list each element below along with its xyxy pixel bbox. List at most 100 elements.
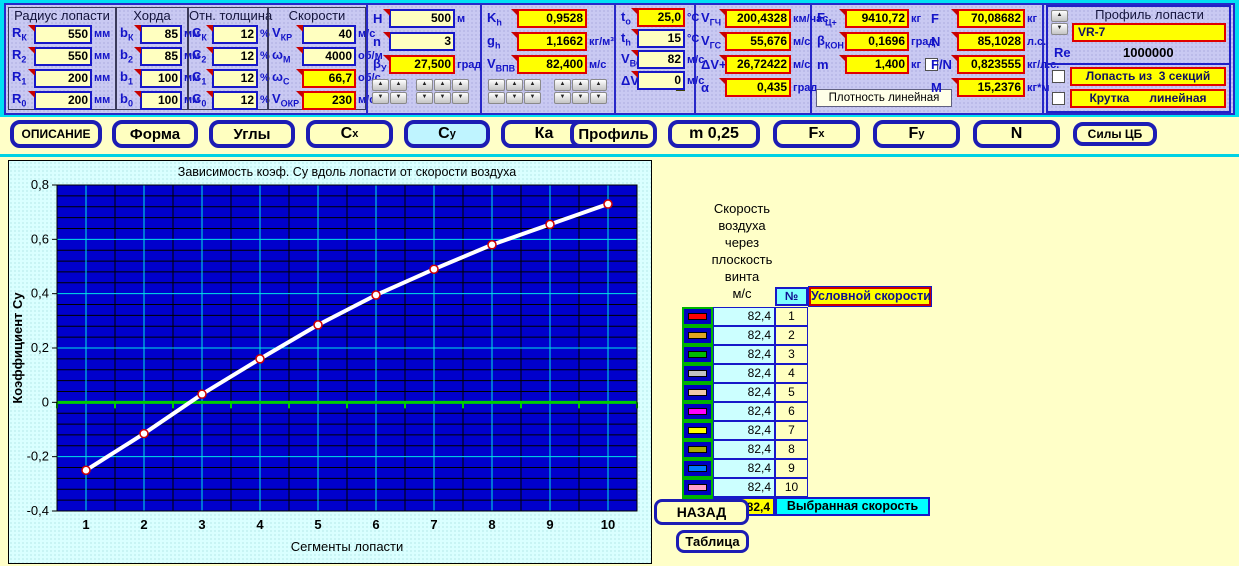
param-field[interactable]: 100 xyxy=(140,69,182,88)
param-field[interactable]: 85 xyxy=(140,25,182,44)
spinner-down-icon[interactable]: ▼ xyxy=(434,92,451,104)
spinner[interactable]: ▲▼ xyxy=(372,79,387,105)
spinner-down-icon[interactable]: ▼ xyxy=(452,92,469,104)
spinner-down-icon[interactable]: ▼ xyxy=(572,92,589,104)
spinner[interactable]: ▲▼ xyxy=(572,79,587,105)
re-label: Re xyxy=(1054,45,1071,60)
spinner[interactable]: ▲▼ xyxy=(506,79,521,105)
speed-row: 82,47 xyxy=(682,421,930,440)
tab-forma[interactable]: Форма xyxy=(112,120,198,148)
speed-value-cell[interactable]: 82,4 xyxy=(713,345,775,364)
tab-cy[interactable]: Cу xyxy=(404,120,490,148)
spinner-up-icon[interactable]: ▲ xyxy=(390,79,407,91)
spinner[interactable]: ▲▼ xyxy=(452,79,467,105)
spinner-down-icon[interactable]: ▼ xyxy=(488,92,505,104)
param-field[interactable]: 550 xyxy=(34,25,92,44)
spinner-down-icon[interactable]: ▼ xyxy=(506,92,523,104)
spinner-up-icon[interactable]: ▲ xyxy=(572,79,589,91)
param-field[interactable]: 82 xyxy=(637,50,685,69)
spinner-down-icon[interactable]: ▼ xyxy=(590,92,607,104)
tab-n[interactable]: N xyxy=(973,120,1060,148)
spinner-down-icon[interactable]: ▼ xyxy=(372,92,389,104)
param-field[interactable]: 0 xyxy=(637,71,685,90)
table-button[interactable]: Таблица xyxy=(676,530,749,553)
spinner-down-icon[interactable]: ▼ xyxy=(1051,23,1068,35)
option-checkbox[interactable] xyxy=(1052,92,1065,105)
param-field[interactable]: 3 xyxy=(389,32,455,51)
spinner[interactable]: ▲▼ xyxy=(590,79,605,105)
spinner-up-icon[interactable]: ▲ xyxy=(372,79,389,91)
spinner-up-icon[interactable]: ▲ xyxy=(434,79,451,91)
param-row: bК85мм xyxy=(117,23,187,45)
param-field[interactable]: 500 xyxy=(389,9,455,28)
profile-name-field[interactable]: VR-7 xyxy=(1072,23,1226,42)
speed-color-swatch xyxy=(682,440,713,459)
speed-value-cell[interactable]: 82,4 xyxy=(713,307,775,326)
spinner-up-icon[interactable]: ▲ xyxy=(506,79,523,91)
speed-value-cell[interactable]: 82,4 xyxy=(713,421,775,440)
speed-value-cell[interactable]: 82,4 xyxy=(713,383,775,402)
spinner-down-icon[interactable]: ▼ xyxy=(390,92,407,104)
tab-cx[interactable]: Cх xyxy=(306,120,393,148)
param-field[interactable]: 12 xyxy=(212,69,258,88)
svg-text:2: 2 xyxy=(140,517,147,532)
chart-ylabel: Коэффициент Су xyxy=(10,292,25,404)
param-field: 230 xyxy=(302,91,356,110)
param-field[interactable]: 40 xyxy=(302,25,356,44)
param-field: 85,1028 xyxy=(957,32,1025,51)
option-checkbox[interactable] xyxy=(1052,70,1065,83)
tab-label: Силы ЦБ xyxy=(1088,127,1143,141)
spinner[interactable]: ▲▼ xyxy=(554,79,569,105)
spinner[interactable]: ▲▼ xyxy=(390,79,405,105)
spinner-up-icon[interactable]: ▲ xyxy=(1051,10,1068,22)
spinner-up-icon[interactable]: ▲ xyxy=(452,79,469,91)
speed-color-swatch xyxy=(682,364,713,383)
svg-text:0,8: 0,8 xyxy=(31,177,49,192)
speed-row: 82,48 xyxy=(682,440,930,459)
spinner-up-icon[interactable]: ▲ xyxy=(590,79,607,91)
param-field: 0,1696 xyxy=(845,32,909,51)
cond-speed-header: Условной скорости xyxy=(809,287,931,306)
param-field[interactable]: 550 xyxy=(34,47,92,66)
spinner-down-icon[interactable]: ▼ xyxy=(524,92,541,104)
speed-value-cell[interactable]: 82,4 xyxy=(713,402,775,421)
param-field[interactable]: 12 xyxy=(212,91,258,110)
param-field[interactable]: 15 xyxy=(637,29,685,48)
param-row: ΔV0м/с xyxy=(618,70,692,91)
tab-ugly[interactable]: Углы xyxy=(209,120,295,148)
spinner[interactable]: ▲▼ xyxy=(416,79,431,105)
spinner-down-icon[interactable]: ▼ xyxy=(416,92,433,104)
speed-value-cell[interactable]: 82,4 xyxy=(713,459,775,478)
speed-num-cell: 8 xyxy=(775,440,808,459)
spinner-down-icon[interactable]: ▼ xyxy=(554,92,571,104)
tab-fy[interactable]: Fу xyxy=(873,120,960,148)
spinner-up-icon[interactable]: ▲ xyxy=(554,79,571,91)
tab-m-025[interactable]: m 0,25 xyxy=(668,120,760,148)
spinner-up-icon[interactable]: ▲ xyxy=(416,79,433,91)
tab-fx[interactable]: Fх xyxy=(773,120,860,148)
spinner-up-icon[interactable]: ▲ xyxy=(488,79,505,91)
spinner[interactable]: ▲▼ xyxy=(524,79,539,105)
group-air: Kh0,9528gh1,1662кг/м³VВПВ82,400м/с▲▼▲▼▲▼… xyxy=(484,7,612,108)
speed-value-cell[interactable]: 82,4 xyxy=(713,440,775,459)
speed-value-cell[interactable]: 82,4 xyxy=(713,364,775,383)
param-field[interactable]: 100 xyxy=(140,91,182,110)
group-title: Скорости xyxy=(269,8,365,23)
param-field[interactable]: 4000 xyxy=(302,47,356,66)
param-field[interactable]: 200 xyxy=(34,91,92,110)
spinner-up-icon[interactable]: ▲ xyxy=(524,79,541,91)
param-field[interactable]: 12 xyxy=(212,47,258,66)
speed-value-cell[interactable]: 82,4 xyxy=(713,326,775,345)
back-button[interactable]: НАЗАД xyxy=(654,499,749,525)
speed-value-cell[interactable]: 82,4 xyxy=(713,478,775,497)
tab-sily-cb[interactable]: Силы ЦБ xyxy=(1073,122,1157,146)
param-field[interactable]: 85 xyxy=(140,47,182,66)
param-field[interactable]: 12 xyxy=(212,25,258,44)
profile-title: Профиль лопасти xyxy=(1072,7,1227,22)
profile-spinner[interactable]: ▲▼ xyxy=(1051,10,1066,36)
param-field[interactable]: 200 xyxy=(34,69,92,88)
tab-opisanie[interactable]: ОПИСАНИЕ xyxy=(10,120,102,148)
tab-profil[interactable]: Профиль xyxy=(570,120,657,148)
spinner[interactable]: ▲▼ xyxy=(434,79,449,105)
spinner[interactable]: ▲▼ xyxy=(488,79,503,105)
